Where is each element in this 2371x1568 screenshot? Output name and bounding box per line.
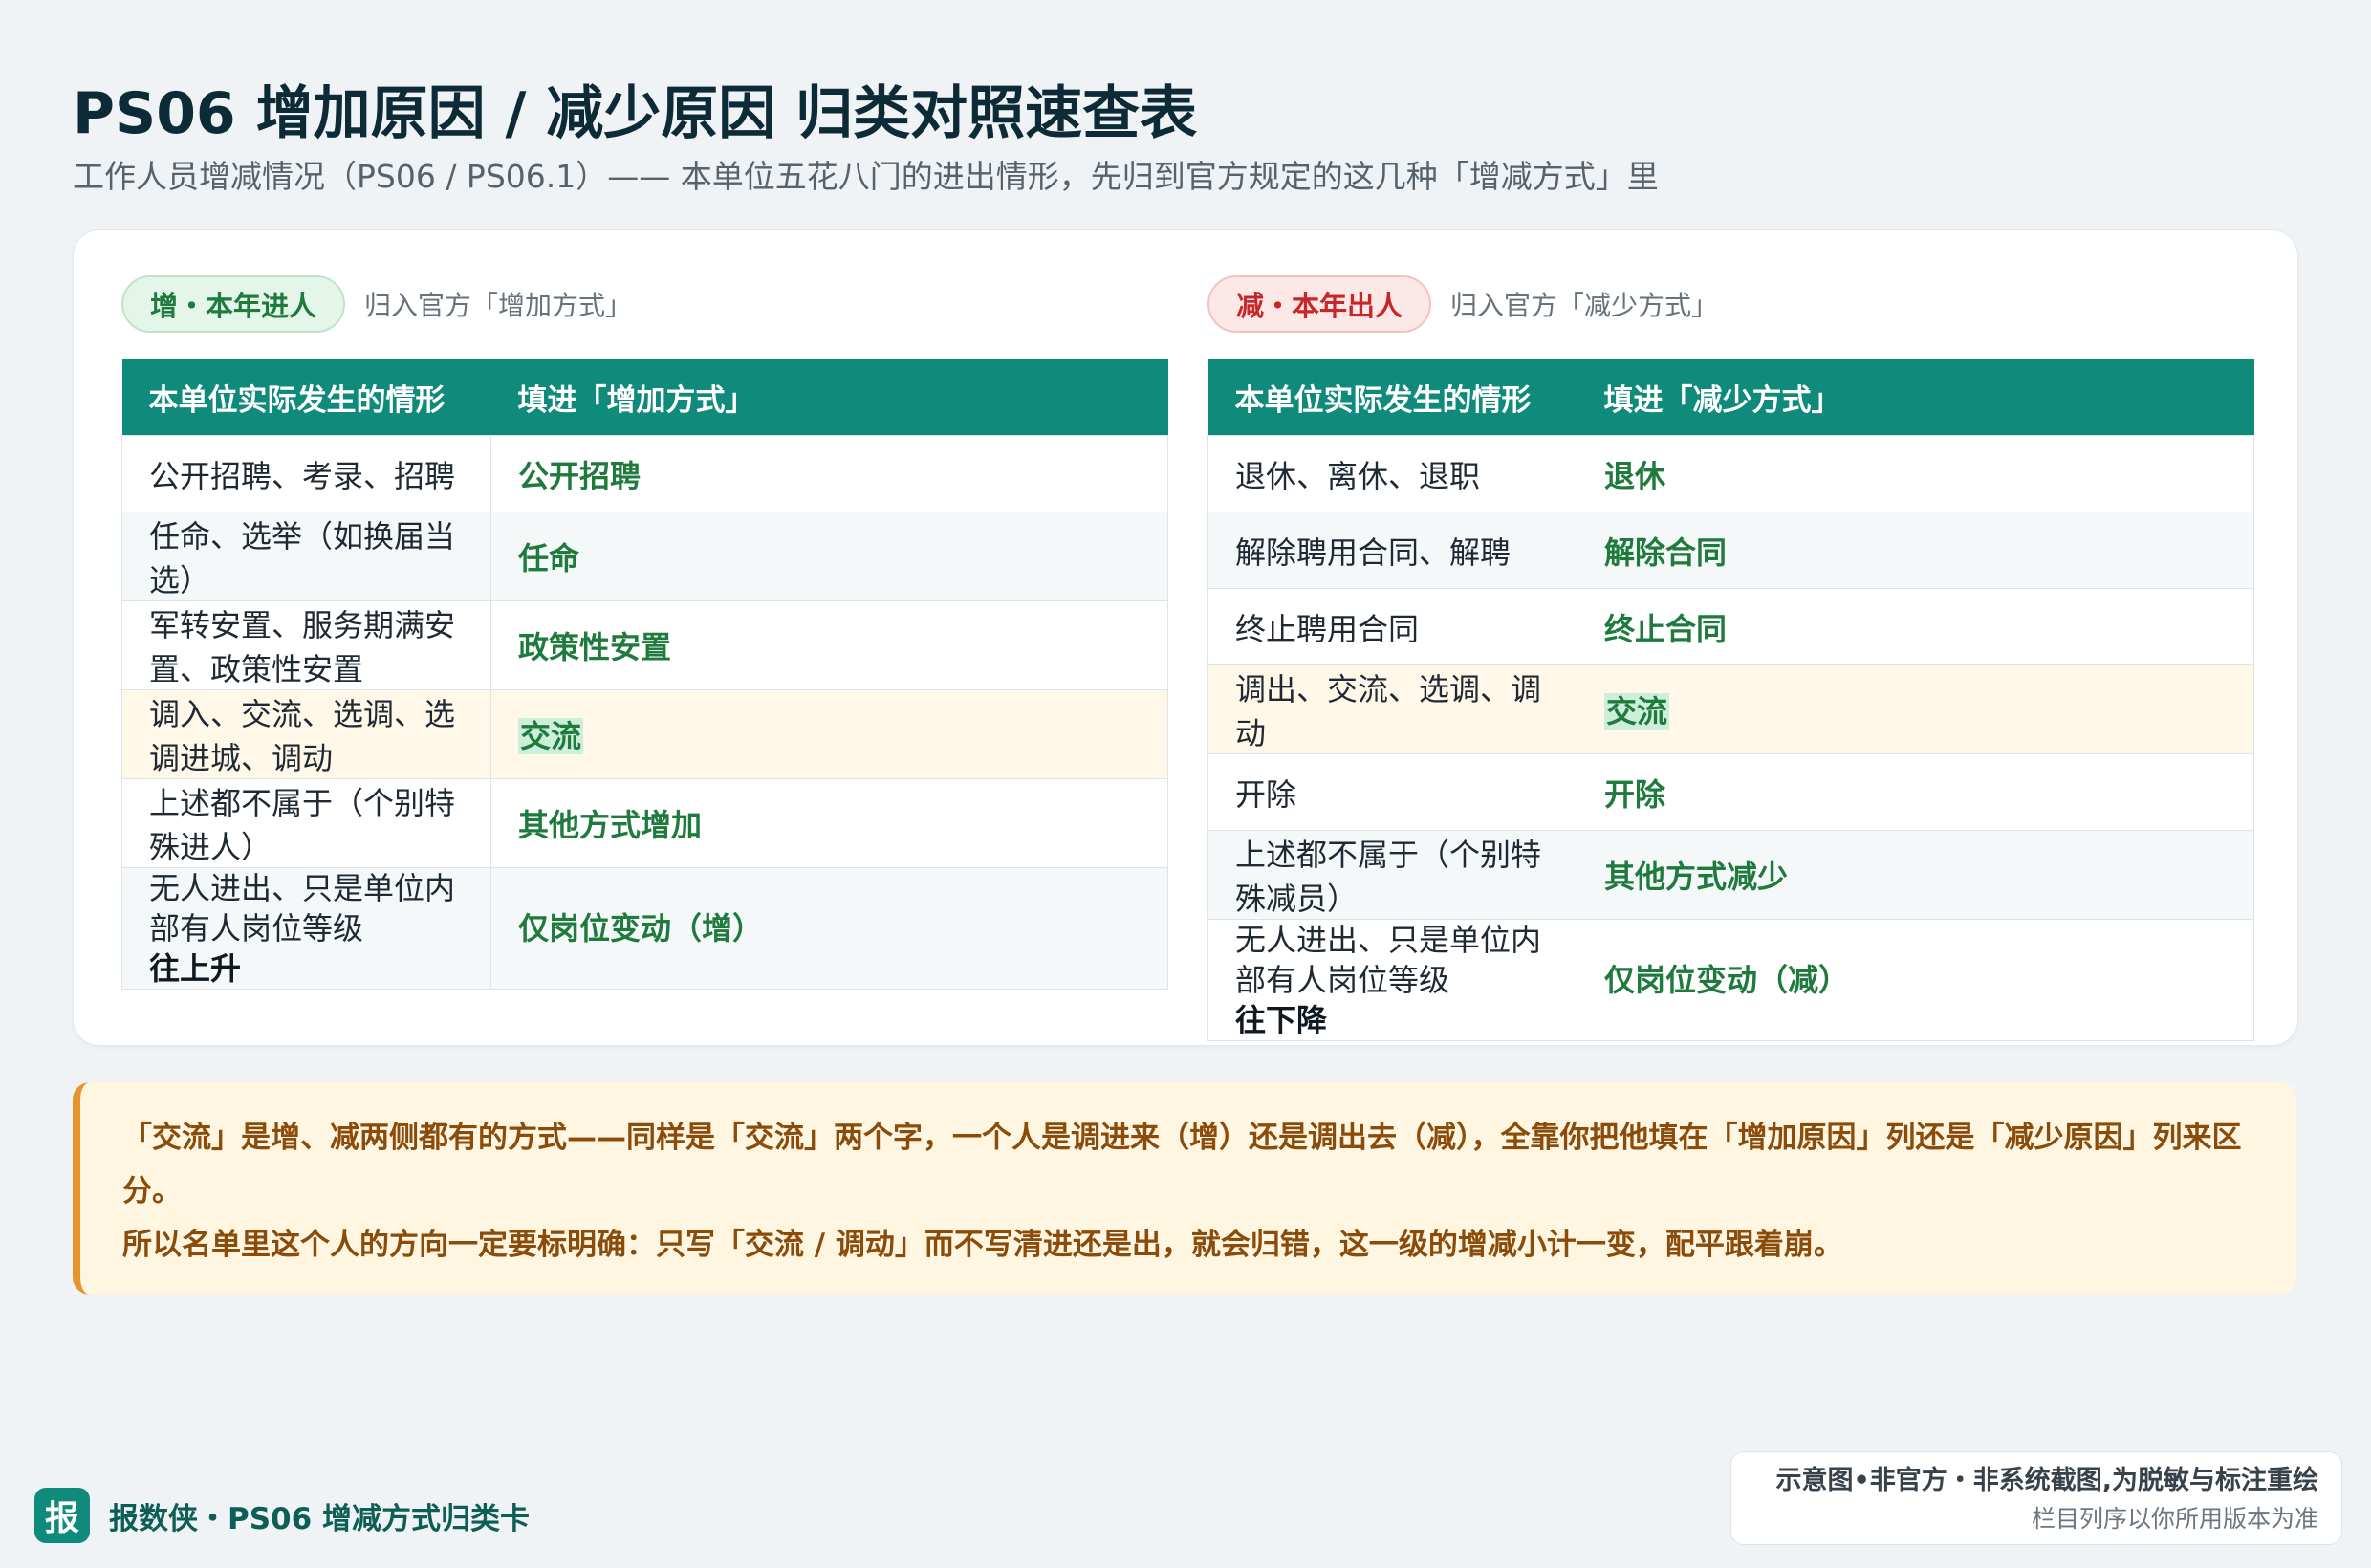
exchange-callout: 「交流」是增、减两侧都有的方式——同样是「交流」两个字，一个人是调进来（增）还是… (73, 1082, 2296, 1295)
increase-section: 增・本年进人 归入官方「增加方式」 本单位实际发生的情形 填进「增加方式」 公开… (121, 275, 1168, 990)
way-cell: 其他方式减少 (1577, 830, 2254, 920)
brand-name: 报数侠・PS06 增减方式归类卡 (109, 1501, 530, 1536)
increase-table-header: 本单位实际发生的情形 填进「增加方式」 (121, 359, 1168, 436)
way-cell: 政策性安置 (490, 600, 1168, 690)
table-row: 公开招聘、考录、招聘 公开招聘 (121, 435, 1168, 512)
situation-cell: 开除 (1207, 753, 1577, 831)
situation-cell: 上述都不属于（个别特殊减员） (1207, 830, 1577, 920)
highlighted-way: 交流 (518, 718, 584, 754)
increase-note: 归入官方「增加方式」 (364, 290, 633, 321)
table-row: 军转安置、服务期满安置、政策性安置 政策性安置 (121, 600, 1168, 690)
decrease-note: 归入官方「减少方式」 (1450, 290, 1719, 321)
table-row-highlighted: 调入、交流、选调、选调进城、调动 交流 (121, 689, 1168, 779)
way-cell: 解除合同 (1577, 512, 2254, 589)
table-row-highlighted: 调出、交流、选调、调动 交流 (1207, 664, 2254, 754)
way-cell: 交流 (490, 689, 1168, 779)
way-cell: 开除 (1577, 753, 2254, 831)
callout-line-2: 所以名单里这个人的方向一定要标明确：只写「交流 / 调动」而不写清进还是出，就会… (122, 1228, 1843, 1262)
way-cell: 公开招聘 (490, 435, 1168, 512)
situation-emphasis: 往下降 (1235, 1002, 1328, 1038)
situation-cell: 上述都不属于（个别特殊进人） (121, 778, 491, 868)
way-cell: 其他方式增加 (490, 778, 1168, 868)
way-cell: 任命 (490, 512, 1168, 601)
column-header-situation: 本单位实际发生的情形 (1207, 359, 1577, 436)
way-cell: 交流 (1577, 664, 2254, 754)
way-cell: 仅岗位变动（减） (1577, 919, 2254, 1041)
brand-logo-icon: 报 (34, 1488, 90, 1543)
situation-cell: 解除聘用合同、解聘 (1207, 512, 1577, 589)
decrease-badge: 减・本年出人 (1207, 275, 1432, 333)
decrease-table: 本单位实际发生的情形 填进「减少方式」 退休、离休、退职 退休 解除聘用合同、解… (1207, 359, 2254, 1041)
table-row: 上述都不属于（个别特殊减员） 其他方式减少 (1207, 830, 2254, 920)
table-row: 解除聘用合同、解聘 解除合同 (1207, 512, 2254, 589)
table-row: 退休、离休、退职 退休 (1207, 435, 2254, 512)
disclaimer-box: 示意图•非官方・非系统截图,为脱敏与标注重绘 栏目列序以你所用版本为准 (1730, 1451, 2342, 1545)
table-row: 无人进出、只是单位内部有人岗位等级 往上升 仅岗位变动（增） (121, 867, 1168, 990)
callout-line-1: 「交流」是增、减两侧都有的方式——同样是「交流」两个字，一个人是调进来（增）还是… (122, 1121, 2242, 1209)
disclaimer-line-2: 栏目列序以你所用版本为准 (2031, 1505, 2318, 1533)
table-row: 无人进出、只是单位内部有人岗位等级往下降 仅岗位变动（减） (1207, 919, 2254, 1041)
column-header-situation: 本单位实际发生的情形 (121, 359, 491, 436)
increase-badge: 增・本年进人 (121, 275, 346, 333)
way-cell: 仅岗位变动（增） (490, 867, 1168, 990)
highlighted-way: 交流 (1604, 693, 1670, 730)
situation-cell: 调入、交流、选调、选调进城、调动 (121, 689, 491, 779)
page-title: PS06 增加原因 / 减少原因 归类对照速查表 (73, 80, 1198, 147)
mapping-card: 增・本年进人 归入官方「增加方式」 本单位实际发生的情形 填进「增加方式」 公开… (73, 229, 2298, 1046)
situation-cell: 无人进出、只是单位内部有人岗位等级 往上升 (121, 867, 491, 990)
column-header-way: 填进「增加方式」 (490, 359, 1168, 436)
table-row: 上述都不属于（个别特殊进人） 其他方式增加 (121, 778, 1168, 868)
situation-text: 无人进出、只是单位内部有人岗位等级 (1235, 922, 1542, 998)
situation-cell: 退休、离休、退职 (1207, 435, 1577, 512)
situation-cell: 公开招聘、考录、招聘 (121, 435, 491, 512)
situation-cell: 无人进出、只是单位内部有人岗位等级往下降 (1207, 919, 1577, 1041)
page-subtitle: 工作人员增减情况（PS06 / PS06.1）—— 本单位五花八门的进出情形，先… (73, 158, 1659, 195)
situation-cell: 军转安置、服务期满安置、政策性安置 (121, 600, 491, 690)
situation-cell: 任命、选举（如换届当选） (121, 512, 491, 601)
table-row: 开除 开除 (1207, 753, 2254, 831)
increase-table: 本单位实际发生的情形 填进「增加方式」 公开招聘、考录、招聘 公开招聘 任命、选… (121, 359, 1168, 990)
column-header-way: 填进「减少方式」 (1577, 359, 2254, 436)
decrease-section: 减・本年出人 归入官方「减少方式」 本单位实际发生的情形 填进「减少方式」 退休… (1207, 275, 2254, 1041)
table-row: 终止聘用合同 终止合同 (1207, 588, 2254, 665)
situation-text: 无人进出、只是单位内部有人岗位等级 (149, 870, 456, 947)
way-cell: 终止合同 (1577, 588, 2254, 665)
brand-footer: 报 报数侠・PS06 增减方式归类卡 (34, 1488, 530, 1543)
situation-emphasis: 往上升 (149, 950, 242, 987)
disclaimer-line-1: 示意图•非官方・非系统截图,为脱敏与标注重绘 (1775, 1466, 2318, 1495)
situation-cell: 终止聘用合同 (1207, 588, 1577, 665)
situation-cell: 调出、交流、选调、调动 (1207, 664, 1577, 754)
way-cell: 退休 (1577, 435, 2254, 512)
decrease-table-header: 本单位实际发生的情形 填进「减少方式」 (1207, 359, 2254, 436)
table-row: 任命、选举（如换届当选） 任命 (121, 512, 1168, 601)
